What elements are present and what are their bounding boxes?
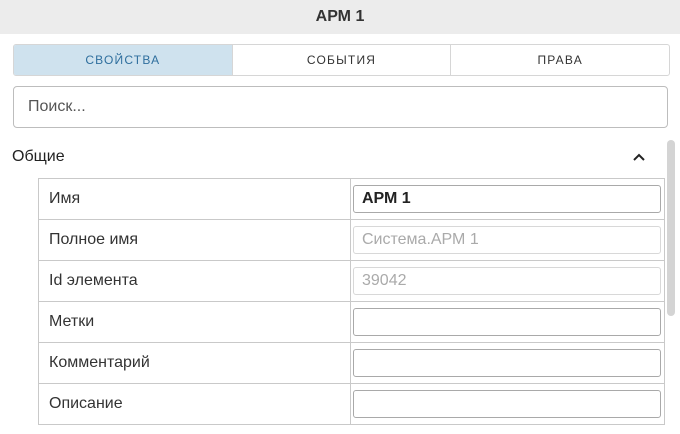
table-row: Имя xyxy=(38,178,665,220)
tags-field[interactable] xyxy=(353,308,661,336)
tab-properties[interactable]: СВОЙСТВА xyxy=(14,45,232,75)
property-label: Id элемента xyxy=(38,260,351,302)
property-label: Имя xyxy=(38,178,351,220)
window-title: АРМ 1 xyxy=(0,0,680,34)
property-label: Метки xyxy=(38,301,351,343)
tab-events[interactable]: СОБЫТИЯ xyxy=(231,45,451,75)
name-field[interactable] xyxy=(353,185,661,213)
scrollbar-thumb[interactable] xyxy=(667,140,675,316)
full-name-field xyxy=(353,226,661,254)
table-row: Id элемента xyxy=(38,260,665,302)
section-title: Общие xyxy=(12,148,65,165)
table-row: Комментарий xyxy=(38,342,665,384)
section-header-general[interactable]: Общие xyxy=(0,140,662,174)
property-label: Полное имя xyxy=(38,219,351,261)
tab-bar: СВОЙСТВА СОБЫТИЯ ПРАВА xyxy=(13,44,670,76)
description-field[interactable] xyxy=(353,390,661,418)
search-input[interactable] xyxy=(13,86,668,128)
property-label: Описание xyxy=(38,383,351,425)
table-row: Полное имя xyxy=(38,219,665,261)
properties-table: Имя Полное имя Id элемента Метки Коммент… xyxy=(38,178,665,425)
table-row: Метки xyxy=(38,301,665,343)
comment-field[interactable] xyxy=(353,349,661,377)
chevron-up-icon[interactable] xyxy=(624,142,654,172)
table-row: Описание xyxy=(38,383,665,425)
element-id-field xyxy=(353,267,661,295)
tab-rights[interactable]: ПРАВА xyxy=(450,45,669,75)
properties-window: АРМ 1 СВОЙСТВА СОБЫТИЯ ПРАВА Общие Имя П… xyxy=(0,0,680,434)
property-label: Комментарий xyxy=(38,342,351,384)
